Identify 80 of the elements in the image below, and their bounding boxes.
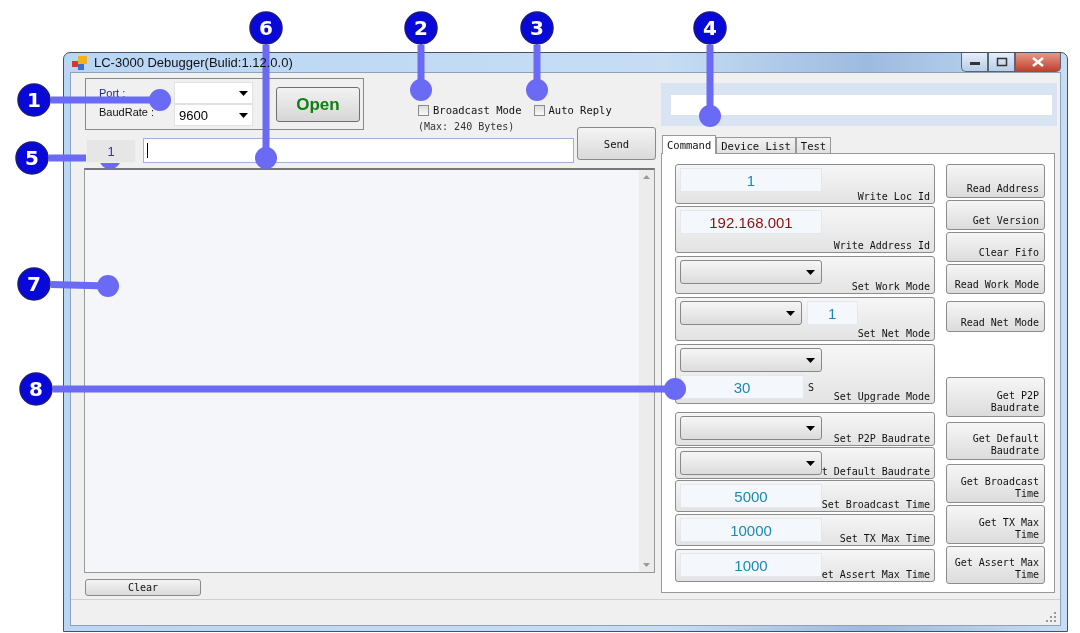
caret-icon xyxy=(806,357,815,363)
command-button[interactable]: t Default Baudrate xyxy=(821,466,930,477)
callout-marker: 7 xyxy=(17,267,51,301)
scroll-down-icon[interactable] xyxy=(643,563,650,567)
callout-marker: 8 xyxy=(19,372,53,406)
info-field[interactable] xyxy=(671,94,1052,115)
command-button[interactable]: Set P2P Baudrate xyxy=(833,433,930,444)
clear-button[interactable]: Clear xyxy=(85,579,201,596)
resize-grip-icon[interactable] xyxy=(1046,612,1056,622)
command-button[interactable]: Read Work Mode xyxy=(946,264,1045,294)
value-field[interactable]: 10000 xyxy=(680,518,822,542)
tab[interactable]: Command xyxy=(662,135,717,154)
command-button[interactable]: Clear Fifo xyxy=(946,232,1045,262)
max-note: (Max: 240 Bytes) xyxy=(418,121,516,132)
close-icon xyxy=(1031,57,1045,67)
baudrate-dropdown[interactable]: 9600 xyxy=(174,104,253,126)
command-button[interactable]: Set Broadcast Time xyxy=(821,499,930,510)
value-field[interactable]: 30 xyxy=(680,375,804,399)
value-field[interactable]: 192.168.001 xyxy=(680,210,822,234)
option-dropdown[interactable] xyxy=(680,260,822,284)
command-button[interactable]: et Assert Max Time xyxy=(821,569,930,580)
port-label: Port : xyxy=(99,87,127,99)
leader-line xyxy=(410,45,432,101)
checkbox[interactable] xyxy=(533,104,545,116)
counter-label: 1 xyxy=(86,139,136,163)
command-button[interactable]: Write Loc Id xyxy=(857,191,930,202)
callout-marker: 3 xyxy=(520,11,554,45)
callout-marker: 6 xyxy=(249,11,283,45)
leader-line xyxy=(50,275,119,297)
option-dropdown[interactable] xyxy=(680,348,822,372)
caret-icon xyxy=(785,310,795,316)
value-field[interactable]: 5000 xyxy=(680,484,822,508)
command-button[interactable]: Get Assert Max Time xyxy=(946,546,1045,584)
command-button[interactable]: Get Version xyxy=(946,200,1045,230)
unit-label: S xyxy=(808,381,815,393)
close-button[interactable] xyxy=(1015,53,1061,72)
leader-line xyxy=(526,45,548,101)
caret-icon xyxy=(806,425,815,431)
command-button[interactable]: Get Default Baudrate xyxy=(946,422,1045,460)
caret-icon xyxy=(239,90,248,96)
value-field[interactable]: 1 xyxy=(806,301,858,325)
caret-icon xyxy=(806,269,815,275)
maximize-button[interactable] xyxy=(988,53,1015,72)
open-button[interactable]: Open xyxy=(276,87,360,122)
log-text-area[interactable] xyxy=(84,168,655,573)
caret-icon xyxy=(805,460,815,466)
callout-marker: 1 xyxy=(17,83,51,117)
value-field[interactable]: 1000 xyxy=(680,553,822,577)
command-button[interactable]: Write Address Id xyxy=(833,240,930,251)
checkbox[interactable] xyxy=(418,104,429,116)
scroll-up-icon[interactable] xyxy=(643,175,650,179)
command-button[interactable]: Set TX Max Time xyxy=(839,533,930,544)
option-dropdown[interactable] xyxy=(680,416,822,440)
tab[interactable]: Test xyxy=(795,137,832,153)
command-button[interactable]: Set Net Mode xyxy=(857,328,930,339)
tab[interactable]: Device List xyxy=(716,137,796,153)
callout-marker: 5 xyxy=(15,141,49,175)
command-button[interactable]: Get Broadcast Time xyxy=(946,464,1045,503)
minimize-button[interactable] xyxy=(961,53,988,72)
send-input-field[interactable] xyxy=(143,138,574,163)
command-button[interactable]: Read Address xyxy=(946,164,1045,198)
option-dropdown[interactable] xyxy=(680,451,822,475)
scrollbar[interactable] xyxy=(639,170,654,572)
command-button[interactable]: Set Work Mode xyxy=(851,281,930,292)
caret-icon xyxy=(239,112,248,118)
command-button[interactable]: Read Net Mode xyxy=(946,301,1045,332)
callout-marker: 4 xyxy=(693,11,727,45)
value-field[interactable]: 1 xyxy=(680,168,822,192)
maximize-icon xyxy=(995,57,1008,67)
baudrate-label: BaudRate : xyxy=(99,106,156,118)
app-icon xyxy=(72,55,88,70)
command-button[interactable]: Get TX Max Time xyxy=(946,505,1045,544)
send-button[interactable]: Send xyxy=(577,127,656,160)
command-button[interactable]: Get P2P Baudrate xyxy=(946,377,1045,417)
checkbox-option[interactable]: Broadcast Mode xyxy=(418,104,522,116)
checkbox-option[interactable]: Auto Reply xyxy=(533,104,612,116)
window-title: LC-3000 Debugger(Bulid:1.12.0.0) xyxy=(94,55,293,70)
option-dropdown[interactable] xyxy=(680,301,802,325)
command-button[interactable]: Set Upgrade Mode xyxy=(833,391,930,402)
callout-marker: 2 xyxy=(404,11,438,45)
